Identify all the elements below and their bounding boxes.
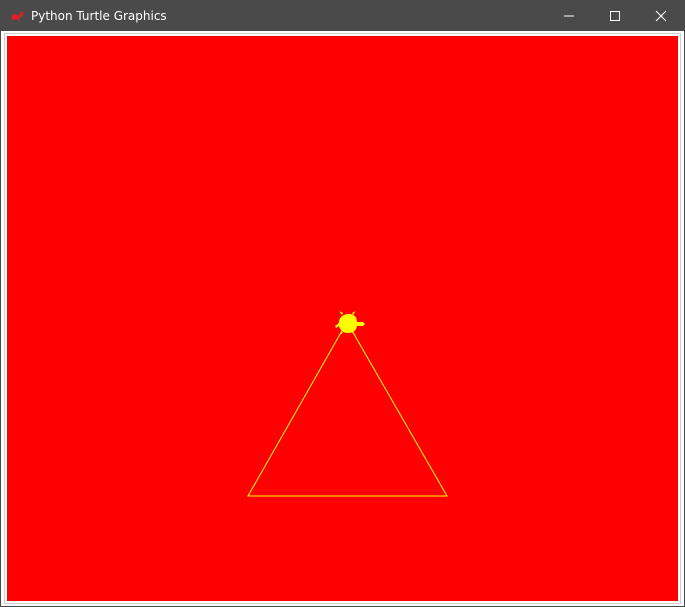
turtle-app-icon: [11, 11, 23, 22]
minimize-button[interactable]: [546, 1, 592, 31]
turtle-window: Python Turtle Graphics: [0, 0, 685, 607]
maximize-icon: [610, 11, 620, 21]
maximize-button[interactable]: [592, 1, 638, 31]
title-bar[interactable]: Python Turtle Graphics: [1, 1, 684, 31]
close-button[interactable]: [638, 1, 684, 31]
turtle-canvas[interactable]: [7, 36, 678, 601]
close-icon: [655, 10, 667, 22]
window-title: Python Turtle Graphics: [31, 9, 167, 23]
minimize-icon: [564, 15, 574, 17]
canvas-frame: [4, 33, 681, 604]
